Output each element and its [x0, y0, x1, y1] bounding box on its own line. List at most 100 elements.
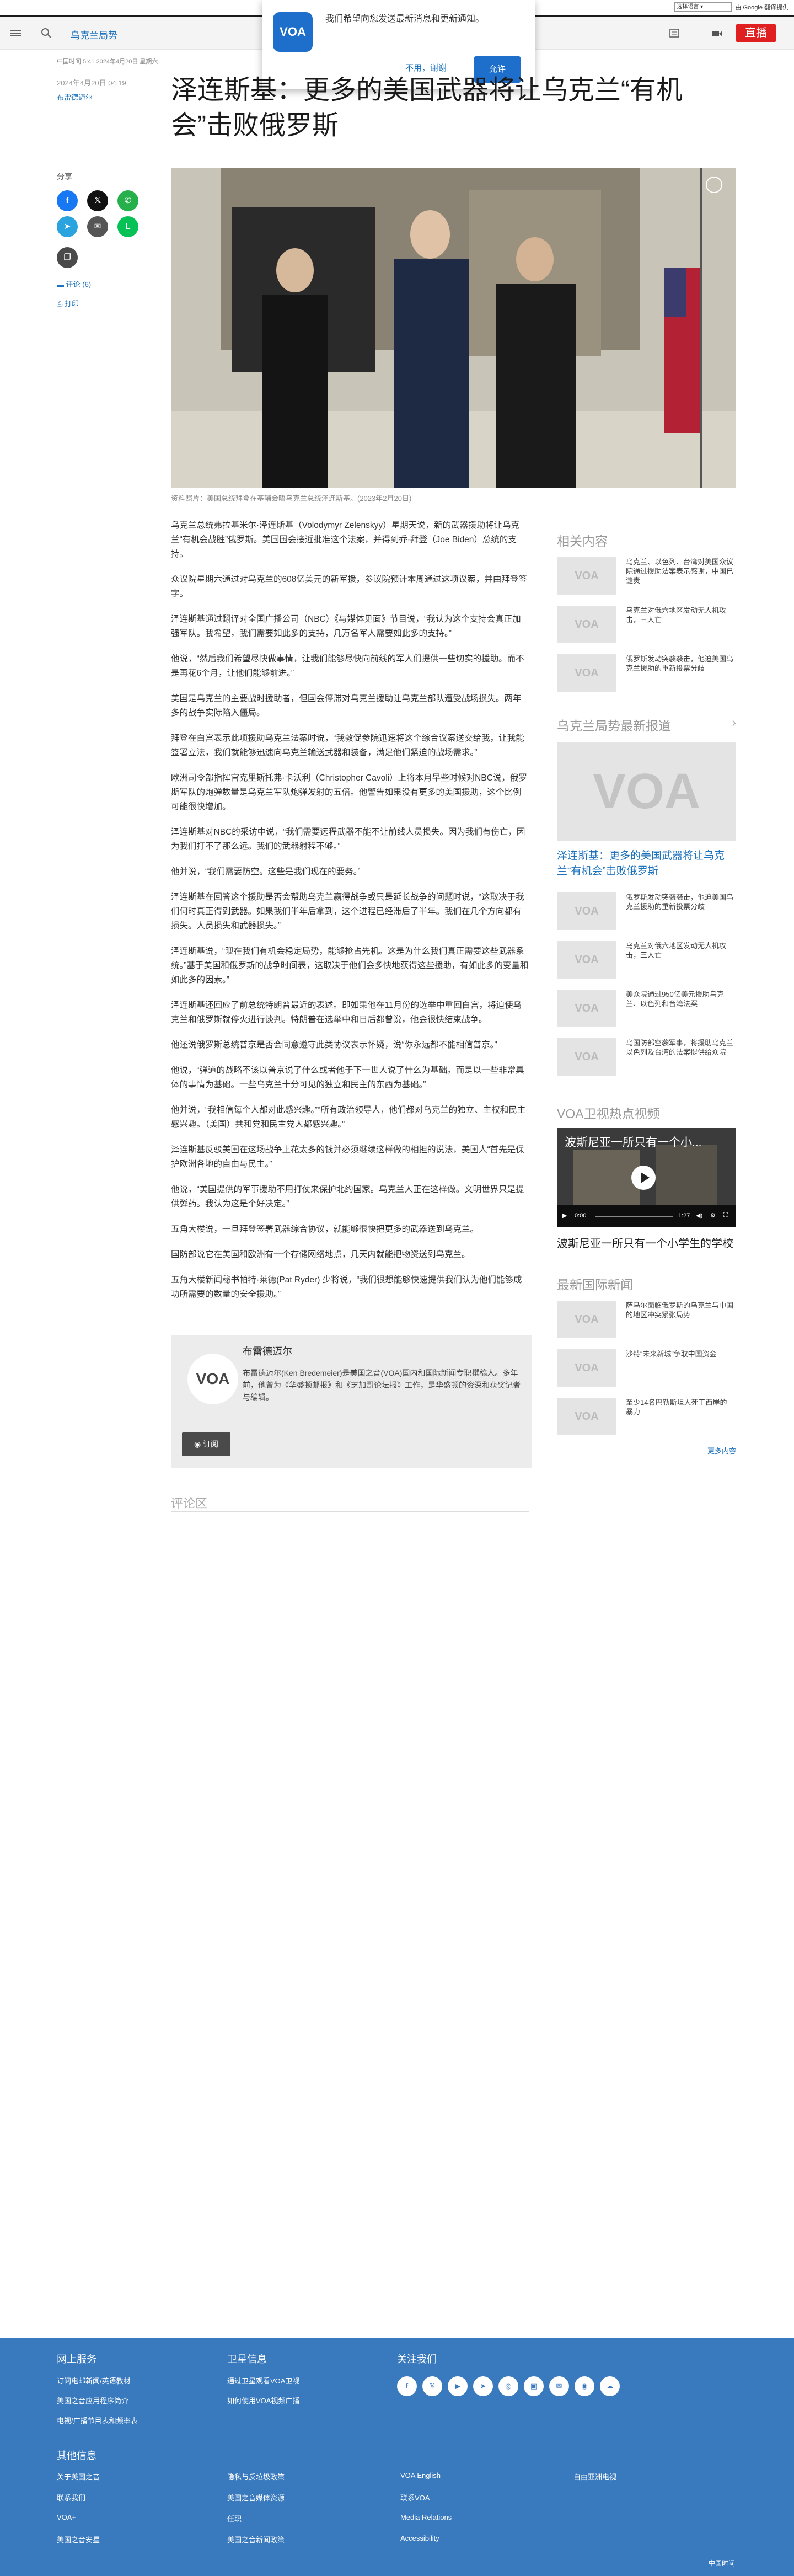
footer-link[interactable]: 联系我们 [57, 2492, 85, 2503]
article-paragraph: 泽连斯基说，“现在我们有机会稳定局势，能够抢占先机。这是为什么我们真正需要这些武… [171, 947, 529, 985]
rss-icon: ◉ [194, 1440, 203, 1449]
sidebar-story[interactable]: VOA 乌克兰对俄六地区发动无人机攻击，三人亡 [557, 941, 736, 983]
sidebar-story[interactable]: VOA 俄罗斯发动突袭袭击，他迫美国乌克兰援助的重新投票分歧 [557, 654, 736, 696]
line-share-icon[interactable]: L [117, 216, 138, 237]
footer-link[interactable]: Media Relations [400, 2513, 452, 2521]
footer-link[interactable]: 如何使用VOA视频广播 [227, 2395, 299, 2406]
video-icon[interactable] [711, 28, 723, 40]
footer-follow-heading: 关注我们 [397, 2354, 437, 2365]
language-select[interactable]: 选择语言 ▾ [674, 2, 732, 12]
story-thumbnail: VOA [557, 1349, 616, 1387]
footer-link[interactable]: 自由亚洲电视 [573, 2471, 616, 2482]
sidebar-story[interactable]: VOA 萨马尔面临俄罗斯的乌克兰与中国的地区冲突紧张局势 [557, 1301, 736, 1343]
featured-thumbnail[interactable]: VOA [557, 742, 736, 841]
footer-link[interactable]: 联系VOA [400, 2492, 430, 2503]
article-title: 泽连斯基：更多的美国武器将让乌克兰“有机会”击败俄罗斯 [171, 76, 683, 140]
comments-link[interactable]: ▬ 评论 (6) [57, 279, 91, 289]
footer-link[interactable]: 订阅电邮新闻/英语教材 [57, 2375, 131, 2386]
youtube-icon[interactable]: ▶ [448, 2376, 468, 2396]
podcast-icon[interactable]: ▣ [524, 2376, 544, 2396]
author-avatar: VOA [187, 1354, 238, 1404]
sidebar-story[interactable]: VOA 沙特“未来新城”争取中国资金 [557, 1349, 736, 1391]
footer-satellite-heading: 卫星信息 [227, 2354, 267, 2365]
footer-link[interactable]: 通过卫星观看VOA卫视 [227, 2375, 299, 2386]
footer-more-heading: 其他信息 [57, 2450, 96, 2461]
article-paragraph: 拜登在白宫表示此项援助乌克兰法案时说，“我敦促参院迅速将这个综合议案送交给我，让… [171, 734, 524, 757]
author-bio: VOA 布雷德迈尔 布雷德迈尔(Ken Bredemeier)是美国之音(VOA… [171, 1335, 532, 1468]
video-time: 0:00 [575, 1212, 587, 1219]
story-thumbnail: VOA [557, 892, 616, 930]
footer-link[interactable]: 任职 [227, 2513, 242, 2524]
nav-section-link[interactable]: 乌克兰局势 [71, 28, 117, 41]
video-caption: 波斯尼亚一所只有一个小学生的学校 [557, 1238, 733, 1250]
print-icon: ⎙ [57, 300, 65, 308]
footer-link[interactable]: 电视/广播节目表和频率表 [57, 2415, 138, 2425]
footer-timezone: 中国时间 [709, 2559, 736, 2567]
email-share-icon[interactable]: ✉ [87, 216, 108, 237]
sidebar-story[interactable]: VOA 俄罗斯发动突袭袭击，他迫美国乌克兰援助的重新投票分歧 [557, 892, 736, 934]
story-title: 至少14名巴勒斯坦人死于西岸的暴力 [626, 1398, 727, 1416]
whatsapp-share-icon[interactable]: ✆ [117, 190, 138, 211]
more-content-link[interactable]: 更多内容 [707, 1445, 736, 1456]
footer-link[interactable]: 美国之音应用程序简介 [57, 2395, 128, 2406]
facebook-icon[interactable]: f [397, 2376, 417, 2396]
subscribe-button[interactable]: ◉ 订阅 [182, 1432, 230, 1456]
video-player[interactable]: 波斯尼亚一所只有一个小... ▶ 0:00 1:27 ◀) ⚙ ⛶ [557, 1128, 736, 1227]
telegram-share-icon[interactable]: ➤ [57, 216, 78, 237]
x-share-icon[interactable]: 𝕏 [87, 190, 108, 211]
live-button[interactable]: 直播 [736, 24, 776, 42]
volume-icon[interactable]: ◀) [696, 1212, 702, 1219]
story-thumbnail: VOA [557, 941, 616, 979]
cloud-icon[interactable]: ☁ [600, 2376, 620, 2396]
story-thumbnail: VOA [557, 1301, 616, 1338]
telegram-icon[interactable]: ➤ [473, 2376, 493, 2396]
latest-heading-label: 乌克兰局势最新报道 [557, 719, 671, 733]
fullscreen-icon[interactable]: ⛶ [723, 1212, 728, 1219]
deny-button[interactable]: 不用，谢谢 [405, 62, 447, 73]
video-controls: ▶ 0:00 1:27 ◀) ⚙ ⛶ [557, 1205, 736, 1227]
latest-heading[interactable]: 乌克兰局势最新报道 › [557, 715, 736, 734]
prompt-message: 我们希望向您发送最新消息和更新通知。 [325, 14, 485, 24]
footer-link[interactable]: 隐私与反垃圾政策 [227, 2471, 285, 2482]
footer-link[interactable]: VOA English [400, 2471, 441, 2479]
article-paragraph: 五角大楼说，一旦拜登签署武器综合协议，就能够很快把更多的武器送到乌克兰。 [171, 1225, 479, 1234]
footer-link[interactable]: Accessibility [400, 2534, 439, 2542]
footer-link[interactable]: 关于美国之音 [57, 2471, 100, 2482]
x-icon[interactable]: 𝕏 [422, 2376, 442, 2396]
search-icon[interactable] [40, 26, 53, 40]
story-title: 俄罗斯发动突袭袭击，他迫美国乌克兰援助的重新投票分歧 [626, 893, 734, 911]
sidebar-story[interactable]: VOA 至少14名巴勒斯坦人死于西岸的暴力 [557, 1398, 736, 1440]
facebook-share-icon[interactable]: f [57, 190, 78, 211]
sidebar-story[interactable]: VOA 美众院通过950亿美元援助乌克兰、以色列和台湾法案 [557, 990, 736, 1032]
audio-icon[interactable] [668, 28, 680, 40]
video-progress[interactable] [596, 1216, 673, 1217]
instagram-icon[interactable]: ◎ [498, 2376, 518, 2396]
footer-link[interactable]: 美国之音安星 [57, 2534, 100, 2545]
google-translate-credit[interactable]: 由 Google 翻译提供 [735, 3, 788, 12]
menu-icon[interactable] [9, 26, 22, 40]
article-paragraph: 国防部说它在美国和欧洲有一个存储网络地点，几天内就能把物资送到乌克兰。 [171, 1250, 470, 1259]
video-overlay-title: 波斯尼亚一所只有一个小... [565, 1136, 702, 1149]
author-link[interactable]: 布雷德迈尔 [57, 92, 93, 102]
publish-date: 2024年4月20日 04:19 [57, 79, 126, 87]
article-paragraph: 他说，“弹道的战略不该以普京说了什么或者他于下一世人说了什么为基础。而是以一些非… [171, 1066, 524, 1089]
play-small-icon[interactable]: ▶ [562, 1212, 567, 1219]
print-link[interactable]: ⎙ 打印 [57, 298, 79, 308]
story-title: 俄罗斯发动突袭袭击，他迫美国乌克兰援助的重新投票分歧 [626, 655, 734, 672]
featured-story-link[interactable]: 泽连斯基：更多的美国武器将让乌克兰“有机会”击败俄罗斯 [557, 848, 736, 879]
article-paragraph: 他并说，“我们需要防空。这些是我们现在的要务。” [171, 867, 361, 877]
sidebar-story[interactable]: VOA 乌克兰对俄六地区发动无人机攻击，三人亡 [557, 606, 736, 648]
rss-icon[interactable]: ◉ [575, 2376, 594, 2396]
sidebar-story[interactable]: VOA 乌克兰、以色列、台湾对美国众议院通过援助法案表示感谢，中国已谴责 [557, 557, 736, 599]
footer-link[interactable]: 美国之音新闻政策 [227, 2534, 285, 2545]
email-icon[interactable]: ✉ [549, 2376, 569, 2396]
footer-link[interactable]: 美国之音媒体资源 [227, 2492, 285, 2503]
article-paragraph: 众议院星期六通过对乌克兰的608亿美元的新军援，参议院预计本周通过这项议案，并由… [171, 575, 527, 598]
copy-link-icon[interactable]: ❐ [57, 247, 78, 268]
story-thumbnail: VOA [557, 606, 616, 643]
print-link-label: 打印 [65, 300, 79, 308]
settings-icon[interactable]: ⚙ [710, 1212, 716, 1219]
sidebar-story[interactable]: VOA 乌国防部空袭军事，将援助乌克兰以色列及台湾的法案提供给众院 [557, 1038, 736, 1080]
play-icon[interactable] [631, 1166, 656, 1190]
footer-link[interactable]: VOA+ [57, 2513, 76, 2521]
